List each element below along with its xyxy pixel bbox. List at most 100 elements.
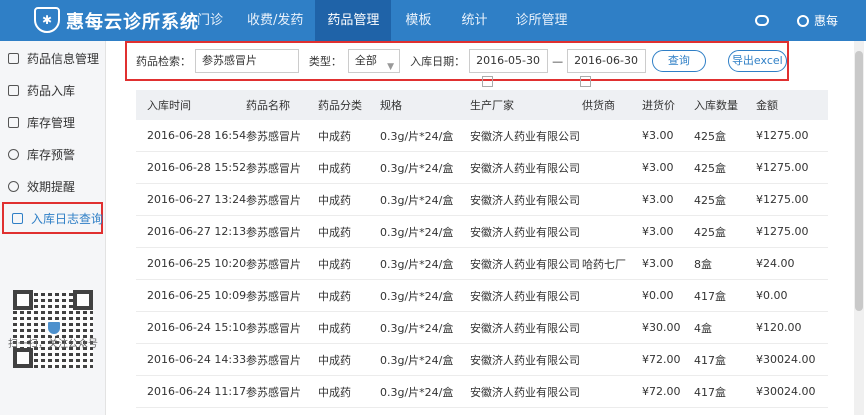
cell-inbound-time: 2016-06-27 12:13 <box>147 225 246 238</box>
nav-outpatient[interactable]: 门诊 <box>185 0 235 41</box>
table-row[interactable]: 2016-06-27 12:13 参苏感冒片 中成药 0.3g/片*24/盒 安徽济人药… <box>136 216 828 248</box>
cell-inbound-time: 2016-06-25 10:20 <box>147 257 246 270</box>
qr-caption: 扫一扫，关注公众号 <box>8 339 98 350</box>
nav-template[interactable]: 模板 <box>391 0 445 41</box>
cell-spec: 0.3g/片*24/盒 <box>380 289 454 303</box>
col-amount: 金额 <box>756 99 778 112</box>
cell-spec: 0.3g/片*24/盒 <box>380 225 454 239</box>
date-label: 入库日期： <box>410 55 466 68</box>
cell-quantity: 417盒 <box>694 289 726 303</box>
cell-amount: ¥0.00 <box>756 289 788 302</box>
cell-manufacturer: 安徽济人药业有限公司 <box>470 289 580 303</box>
scroll-thumb[interactable] <box>855 51 863 311</box>
nav-clinic-management[interactable]: 诊所管理 <box>503 0 579 41</box>
cell-drug-category: 中成药 <box>318 321 351 335</box>
sidebar-item-stock-warning[interactable]: 库存预警 <box>0 138 105 170</box>
cell-drug-name: 参苏感冒片 <box>246 385 301 399</box>
cell-quantity: 8盒 <box>694 257 712 271</box>
col-drug-category: 药品分类 <box>318 99 362 112</box>
gear-icon <box>8 148 19 160</box>
cell-amount: ¥1275.00 <box>756 161 809 174</box>
sidebar-item-label: 入库日志查询 <box>31 211 104 226</box>
export-excel-button[interactable]: 导出excel <box>727 50 787 72</box>
cell-drug-name: 参苏感冒片 <box>246 353 301 367</box>
inventory-icon <box>8 116 19 128</box>
cell-purchase-price: ¥72.00 <box>642 353 681 366</box>
user-name[interactable]: 惠每 <box>814 12 838 29</box>
table-row[interactable]: 2016-06-25 10:20 参苏感冒片 中成药 0.3g/片*24/盒 安徽济人药… <box>136 248 828 280</box>
sidebar-item-label: 效期提醒 <box>27 179 76 194</box>
type-select-value: 全部 <box>354 54 377 67</box>
sidebar-item-inbound-log[interactable]: 入库日志查询 <box>2 202 103 234</box>
col-manufacturer: 生产厂家 <box>470 99 514 112</box>
nav-charge-dispense[interactable]: 收费/发药 <box>235 0 315 41</box>
col-quantity: 入库数量 <box>694 99 738 112</box>
date-from-input[interactable]: 2016-05-30 <box>469 49 549 87</box>
sidebar-item-expiry-reminder[interactable]: 效期提醒 <box>0 170 105 202</box>
nav-drug-management[interactable]: 药品管理 <box>315 0 392 41</box>
nav-statistics[interactable]: 统计 <box>445 0 503 41</box>
drug-info-icon <box>8 52 19 64</box>
user-icon[interactable] <box>796 14 809 27</box>
col-drug-name: 药品名称 <box>246 99 290 112</box>
cell-purchase-price: ¥30.00 <box>642 321 681 334</box>
scrollbar[interactable] <box>854 41 864 415</box>
calendar-icon <box>482 76 494 87</box>
cell-inbound-time: 2016-06-25 10:09 <box>147 289 246 302</box>
filter-bar: 药品检索： 参苏感冒片 类型： 全部 ▼ 入库日期： 2016-05-30 — … <box>125 41 789 87</box>
cell-drug-name: 参苏感冒片 <box>246 321 301 335</box>
type-select[interactable]: 全部 ▼ <box>347 49 401 73</box>
table-row[interactable]: 2016-06-28 15:52 参苏感冒片 中成药 0.3g/片*24/盒 安徽济人药… <box>136 152 828 184</box>
cell-spec: 0.3g/片*24/盒 <box>380 321 454 335</box>
table-row[interactable]: 2016-06-24 15:10 参苏感冒片 中成药 0.3g/片*24/盒 安徽济人药… <box>136 312 828 344</box>
cell-manufacturer: 安徽济人药业有限公司 <box>470 321 580 335</box>
sidebar-item-drug-info[interactable]: 药品信息管理 <box>0 42 105 74</box>
cell-purchase-price: ¥3.00 <box>642 129 674 142</box>
cell-amount: ¥24.00 <box>756 257 795 270</box>
cell-purchase-price: ¥0.00 <box>642 289 674 302</box>
cell-inbound-time: 2016-06-24 14:33 <box>147 353 246 366</box>
sidebar-item-drug-inbound[interactable]: 药品入库 <box>0 74 105 106</box>
sidebar-item-label: 库存预警 <box>27 147 76 162</box>
cell-manufacturer: 安徽济人药业有限公司 <box>470 353 580 367</box>
search-input[interactable]: 参苏感冒片 <box>195 49 299 73</box>
cell-amount: ¥1275.00 <box>756 225 809 238</box>
cell-spec: 0.3g/片*24/盒 <box>380 193 454 207</box>
cell-quantity: 425盒 <box>694 129 726 143</box>
cell-quantity: 417盒 <box>694 353 726 367</box>
cell-manufacturer: 安徽济人药业有限公司 <box>470 225 580 239</box>
inbound-log-table: 入库时间 药品名称 药品分类 规格 生产厂家 供货商 进货价 入库数量 金额 2… <box>136 90 828 408</box>
sidebar-item-label: 药品信息管理 <box>27 51 100 66</box>
cell-drug-name: 参苏感冒片 <box>246 289 301 303</box>
date-to-value: 2016-06-30 <box>574 54 638 67</box>
query-button[interactable]: 查询 <box>652 50 706 72</box>
table-row[interactable]: 2016-06-25 10:09 参苏感冒片 中成药 0.3g/片*24/盒 安徽济人药… <box>136 280 828 312</box>
date-to-input[interactable]: 2016-06-30 <box>567 49 647 87</box>
table-row[interactable]: 2016-06-28 16:54 参苏感冒片 中成药 0.3g/片*24/盒 安徽济人药… <box>136 120 828 152</box>
cell-drug-name: 参苏感冒片 <box>246 257 301 271</box>
col-purchase-price: 进货价 <box>642 99 675 112</box>
table-row[interactable]: 2016-06-24 14:33 参苏感冒片 中成药 0.3g/片*24/盒 安徽济人药… <box>136 344 828 376</box>
cell-drug-name: 参苏感冒片 <box>246 161 301 175</box>
cell-spec: 0.3g/片*24/盒 <box>380 257 454 271</box>
cell-spec: 0.3g/片*24/盒 <box>380 353 454 367</box>
table-row[interactable]: 2016-06-27 13:24 参苏感冒片 中成药 0.3g/片*24/盒 安徽济人药… <box>136 184 828 216</box>
wechat-icon[interactable] <box>754 15 769 26</box>
main-nav: 门诊 收费/发药 药品管理 模板 统计 诊所管理 <box>185 0 579 41</box>
cell-drug-category: 中成药 <box>318 129 351 143</box>
cell-drug-category: 中成药 <box>318 225 351 239</box>
cell-quantity: 425盒 <box>694 161 726 175</box>
sidebar-item-inventory[interactable]: 库存管理 <box>0 106 105 138</box>
cell-amount: ¥1275.00 <box>756 193 809 206</box>
col-inbound-time: 入库时间 <box>147 99 191 112</box>
cell-spec: 0.3g/片*24/盒 <box>380 385 454 399</box>
cell-manufacturer: 安徽济人药业有限公司 <box>470 257 580 271</box>
table-row[interactable]: 2016-06-24 11:17 参苏感冒片 中成药 0.3g/片*24/盒 安徽济人药… <box>136 376 828 408</box>
log-icon <box>12 212 23 224</box>
cell-inbound-time: 2016-06-24 11:17 <box>147 385 246 398</box>
cell-purchase-price: ¥3.00 <box>642 193 674 206</box>
cell-quantity: 4盒 <box>694 321 712 335</box>
cell-amount: ¥30024.00 <box>756 385 816 398</box>
cell-amount: ¥30024.00 <box>756 353 816 366</box>
cell-inbound-time: 2016-06-27 13:24 <box>147 193 246 206</box>
